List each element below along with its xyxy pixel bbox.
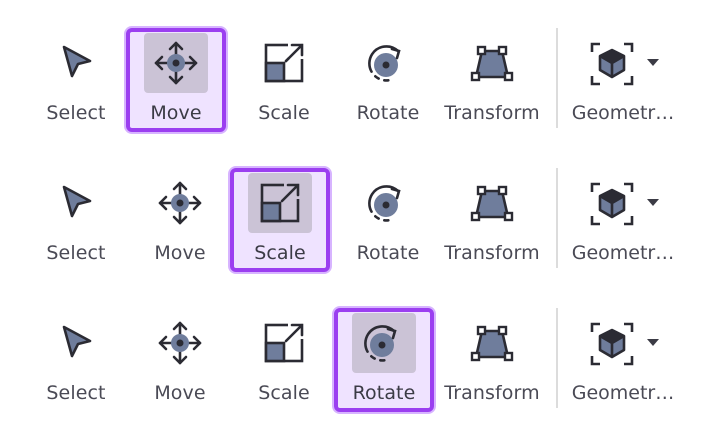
select-arrow-icon — [62, 45, 92, 78]
geometry-tool-label: Geometr… — [571, 242, 675, 264]
dropdown-caret-icon — [647, 199, 659, 206]
transform-icon — [470, 325, 514, 362]
rotate-icon — [368, 45, 405, 82]
rotate-icon — [368, 185, 405, 222]
select-arrow-icon — [62, 325, 92, 358]
move-tool-label: Move — [154, 242, 206, 264]
move-arrows-icon — [158, 321, 202, 365]
rotate-icon — [364, 325, 401, 362]
select-tool-label: Select — [46, 242, 106, 264]
transform-tool-label: Transform — [444, 382, 540, 404]
toolbar-divider — [556, 308, 558, 408]
geometry-tool-label: Geometr… — [571, 102, 675, 124]
scale-tool-label: Scale — [258, 102, 310, 124]
transform-icon — [470, 185, 514, 222]
transform-tool-button[interactable]: Transform — [442, 168, 542, 272]
transform-tool-button[interactable]: Transform — [442, 28, 542, 132]
toolbar-divider — [556, 28, 558, 128]
move-arrows-icon — [158, 181, 202, 225]
scale-tool-button[interactable]: Scale — [234, 28, 334, 132]
geometry-dropdown-button[interactable]: Geometr… — [560, 308, 700, 412]
select-tool-button[interactable]: Select — [26, 168, 126, 272]
select-tool-label: Select — [46, 382, 106, 404]
scale-tool-label: Scale — [258, 382, 310, 404]
scale-icon — [264, 41, 306, 83]
rotate-tool-label: Rotate — [352, 382, 416, 404]
move-arrows-icon — [154, 41, 198, 85]
move-tool-label: Move — [154, 382, 206, 404]
select-tool-button[interactable]: Select — [26, 308, 126, 412]
geometry-tool-label: Geometr… — [571, 382, 675, 404]
move-tool-button[interactable]: Move — [130, 168, 230, 272]
geometry-cube-icon — [590, 42, 634, 86]
rotate-tool-label: Rotate — [356, 242, 420, 264]
move-tool-label: Move — [150, 102, 202, 124]
geometry-cube-icon — [590, 182, 634, 226]
rotate-tool-button[interactable]: Rotate — [334, 308, 434, 412]
geometry-dropdown-button[interactable]: Geometr… — [560, 28, 700, 132]
dropdown-caret-icon — [647, 59, 659, 66]
geometry-dropdown-button[interactable]: Geometr… — [560, 168, 700, 272]
rotate-tool-label: Rotate — [356, 102, 420, 124]
scale-icon — [264, 321, 306, 363]
transform-icon — [470, 45, 514, 82]
select-tool-button[interactable]: Select — [26, 28, 126, 132]
rotate-tool-button[interactable]: Rotate — [338, 28, 438, 132]
select-tool-label: Select — [46, 102, 106, 124]
transform-tool-button[interactable]: Transform — [442, 308, 542, 412]
geometry-cube-icon — [590, 322, 634, 366]
transform-tool-label: Transform — [444, 242, 540, 264]
scale-tool-button[interactable]: Scale — [230, 168, 330, 272]
scale-icon — [260, 181, 302, 223]
dropdown-caret-icon — [647, 339, 659, 346]
move-tool-button[interactable]: Move — [126, 28, 226, 132]
transform-tool-label: Transform — [444, 102, 540, 124]
toolbar-divider — [556, 168, 558, 268]
toolbar-scale-active: Select Move Scale Rotate Transform Geome… — [0, 168, 704, 278]
rotate-tool-button[interactable]: Rotate — [338, 168, 438, 272]
move-tool-button[interactable]: Move — [130, 308, 230, 412]
scale-tool-button[interactable]: Scale — [234, 308, 334, 412]
toolbar-rotate-active: Select Move Scale Rotate Transform Geome… — [0, 308, 704, 418]
scale-tool-label: Scale — [254, 242, 306, 264]
toolbar-move-active: Select Move Scale Rotate Transform Geome… — [0, 28, 704, 138]
select-arrow-icon — [62, 185, 92, 218]
